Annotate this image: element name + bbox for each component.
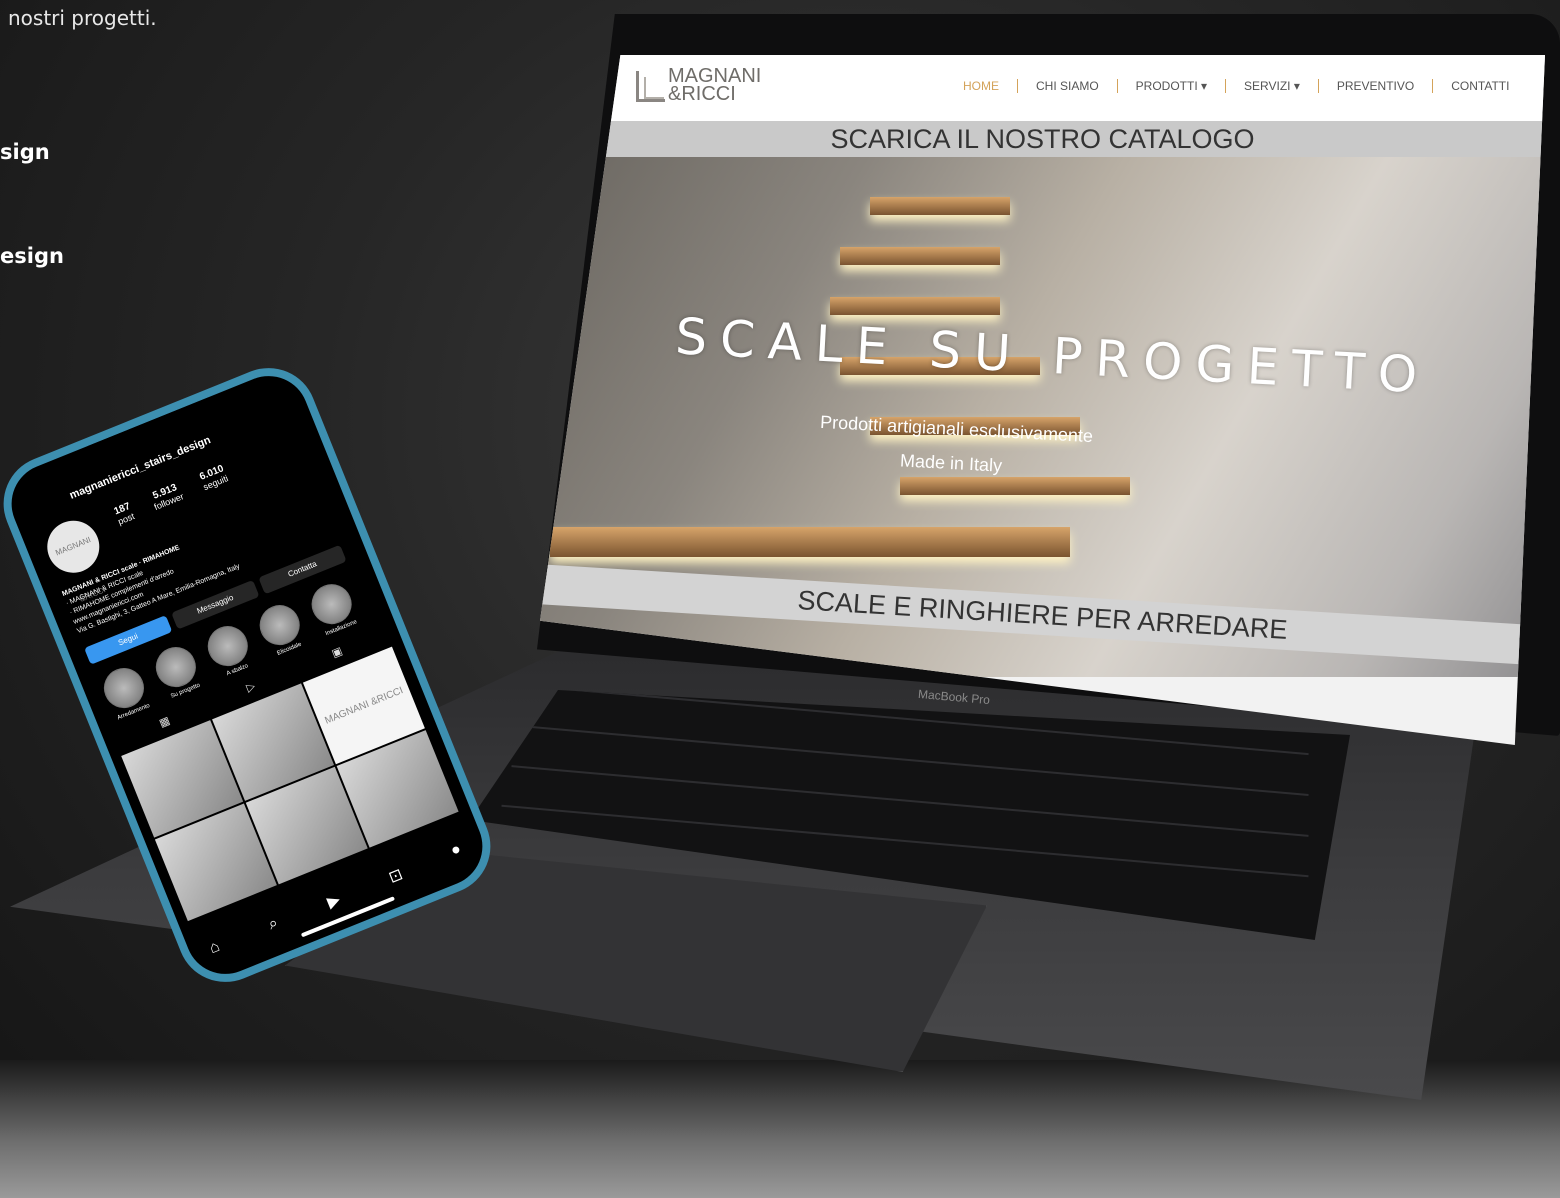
highlight-elicoidale[interactable]: Elicoidale [252, 598, 311, 660]
menu-contatti[interactable]: CONTATTI [1433, 79, 1527, 93]
highlight-a-sbalzo[interactable]: A sbalzo [200, 619, 259, 681]
ig-stat-posts[interactable]: 187 post [112, 501, 135, 527]
menu-prodotti[interactable]: PRODOTTI ▾ [1118, 79, 1227, 93]
highlight-arredamento[interactable]: Arredamento [96, 661, 155, 723]
menu-preventivo[interactable]: PREVENTIVO [1319, 79, 1434, 93]
reels-icon[interactable]: ▶ [324, 889, 343, 912]
intro-text: nostri progetti. [8, 6, 157, 30]
service-label-1: sign [0, 140, 50, 164]
highlight-su-progetto[interactable]: Su progetto [148, 640, 207, 702]
search-icon[interactable]: ⌕ [266, 914, 282, 936]
reels-icon[interactable]: ▷ [244, 679, 259, 699]
catalog-banner[interactable]: SCARICA IL NOSTRO CATALOGO [540, 121, 1545, 157]
home-icon[interactable]: ⌂ [207, 938, 223, 960]
logo-line-2: &RICCI [668, 83, 736, 105]
ig-stat-followers[interactable]: 5.913 follower [149, 481, 185, 512]
main-menu: HOME CHI SIAMO PRODOTTI ▾ SERVIZI ▾ PREV… [945, 79, 1527, 93]
menu-home[interactable]: HOME [945, 79, 1018, 93]
service-label-2: esign [0, 244, 64, 268]
hero-title: SCALE SU PROGETTO [674, 307, 1432, 405]
shop-icon[interactable]: ⊡ [386, 864, 406, 888]
ig-stat-following[interactable]: 6.010 seguiti [198, 463, 230, 492]
grid-icon[interactable]: ▦ [157, 714, 173, 735]
avatar[interactable]: MAGNANI &RICCI [39, 512, 108, 604]
highlight-installazione[interactable]: Installazione [304, 577, 363, 639]
menu-servizi[interactable]: SERVIZI ▾ [1226, 79, 1319, 93]
tagged-icon[interactable]: ▣ [330, 644, 346, 665]
profile-icon[interactable]: ● [448, 840, 464, 862]
hero-subtitle-2: Made in Italy [899, 450, 1003, 476]
site-header: MAGNANI &RICCI HOME CHI SIAMO PRODOTTI ▾… [540, 55, 1545, 121]
menu-chi-siamo[interactable]: CHI SIAMO [1018, 79, 1118, 93]
